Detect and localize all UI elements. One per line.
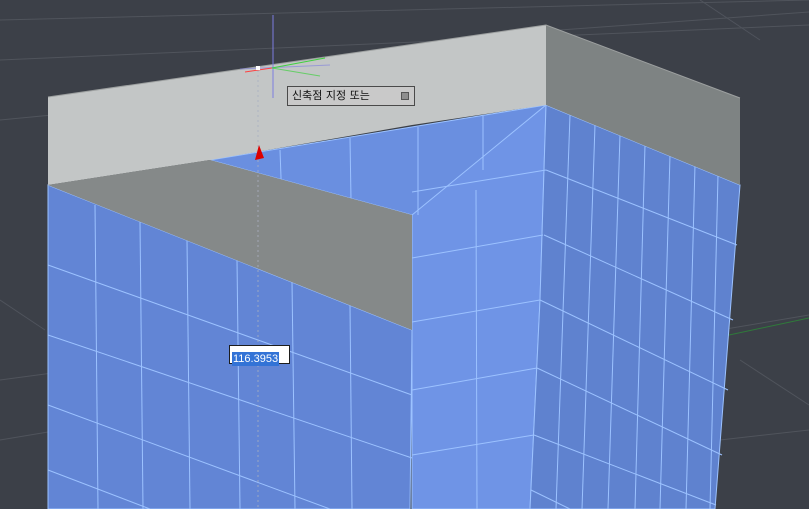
dynamic-input-value[interactable]: 116.3953: [232, 352, 280, 366]
dynamic-input-field[interactable]: 116.3953: [229, 345, 290, 366]
model-canvas[interactable]: [0, 0, 809, 509]
prompt-text: 신축점 지정 또는: [292, 89, 370, 102]
drawing-viewport[interactable]: 신축점 지정 또는 116.3953: [0, 0, 809, 509]
command-prompt-tooltip: 신축점 지정 또는: [287, 86, 415, 106]
options-arrow-icon[interactable]: [401, 92, 409, 100]
